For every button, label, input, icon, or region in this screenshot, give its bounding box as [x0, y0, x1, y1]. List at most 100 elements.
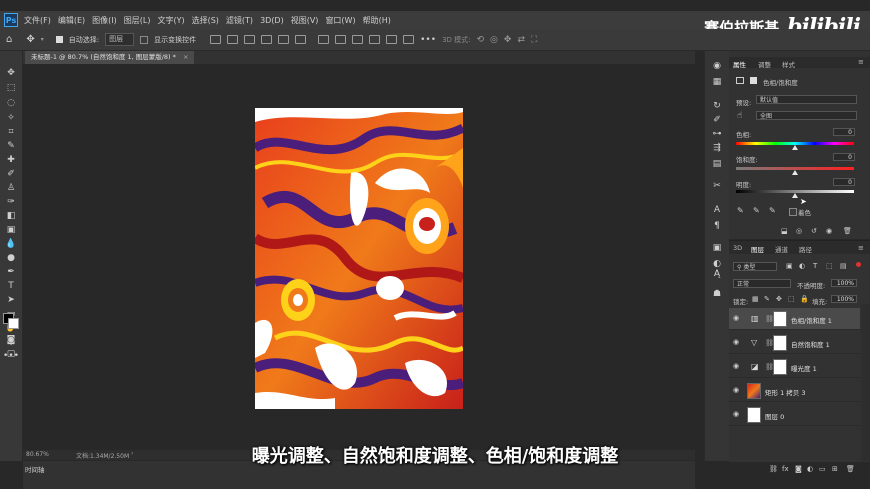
delete-layer-icon[interactable]: 🗑 [846, 465, 855, 473]
more-options-icon[interactable]: ••• [420, 35, 436, 45]
lightness-slider-thumb[interactable] [792, 193, 798, 198]
photoshop-logo-icon[interactable]: Ps [4, 13, 18, 27]
menu-item[interactable]: 文字(Y) [157, 15, 184, 26]
colorize-checkbox[interactable] [789, 208, 797, 216]
visibility-eye-icon[interactable]: ◉ [733, 339, 741, 346]
layer-row[interactable]: ◉ ◪ ⛓ 曝光度 1 [729, 356, 860, 378]
blur-tool-icon[interactable]: 💧 [4, 238, 18, 249]
distribute-left-icon[interactable] [369, 35, 381, 44]
tab-3d[interactable]: 3D [733, 244, 742, 252]
visibility-eye-icon[interactable]: ◉ [733, 315, 741, 322]
align-middle-icon[interactable] [278, 35, 290, 44]
character-panel-icon[interactable]: A [711, 205, 723, 215]
align-top-icon[interactable] [261, 35, 273, 44]
path-selection-tool-icon[interactable]: ➤ [4, 294, 18, 305]
paragraph-panel-icon[interactable]: ¶ [711, 221, 723, 231]
move-tool-icon[interactable]: ✥ [26, 34, 34, 45]
clone-stamp-tool-icon[interactable]: ♙ [4, 182, 18, 193]
white-thumb[interactable] [747, 407, 761, 423]
eraser-tool-icon[interactable]: ◧ [4, 210, 18, 221]
close-tab-icon[interactable]: × [183, 53, 188, 61]
3d-rotate-icon[interactable]: ⟲ [477, 35, 485, 45]
layer-row[interactable]: ◉ ▽ ⛓ 自然饱和度 1 [729, 332, 860, 354]
clip-to-layer-icon[interactable]: ⬓ [781, 227, 788, 235]
magic-wand-tool-icon[interactable]: ✧ [4, 112, 18, 123]
saturation-slider-thumb[interactable] [792, 170, 798, 175]
layer-row[interactable]: ◉ 矩形 1 拷贝 3 [729, 380, 860, 402]
layer-row[interactable]: ◉ ▥ ⛓ 色相/饱和度 1 [729, 308, 860, 330]
layer-comps-icon[interactable]: ▤ [711, 159, 723, 169]
eyedropper-minus-icon[interactable]: ✎ [769, 206, 776, 215]
lock-all-icon[interactable]: 🔒 [800, 295, 809, 303]
distribute-bottom-icon[interactable] [352, 35, 364, 44]
link-layers-icon[interactable]: ⛓ [769, 465, 778, 473]
brush-settings-icon[interactable]: ✐ [711, 115, 723, 125]
color-panel-icon[interactable]: ◉ [711, 61, 723, 71]
healing-brush-tool-icon[interactable]: ✚ [4, 154, 18, 165]
brush-presets-icon[interactable]: ⇶ [711, 143, 723, 153]
dodge-tool-icon[interactable]: ● [4, 252, 18, 263]
layer-name[interactable]: 曝光度 1 [791, 363, 817, 373]
history-panel-icon[interactable]: ↻ [711, 101, 723, 111]
marbled-artwork[interactable] [255, 108, 463, 409]
adjustments-icon[interactable]: ⊶ [711, 129, 723, 139]
move-tool-icon[interactable]: ✥ [4, 67, 18, 78]
delete-adjustment-icon[interactable]: 🗑 [843, 227, 852, 235]
align-left-icon[interactable] [210, 35, 222, 44]
info-panel-icon[interactable]: ▣ [711, 243, 723, 253]
menu-item[interactable]: 窗口(W) [325, 15, 355, 26]
brush-tool-icon[interactable]: ✐ [4, 168, 18, 179]
glyphs-panel-icon[interactable]: Ą [711, 269, 723, 279]
visibility-eye-icon[interactable]: ◉ [733, 387, 741, 394]
lightness-value-input[interactable]: 0 [833, 178, 855, 186]
pen-tool-icon[interactable]: ✒ [4, 266, 18, 277]
distribute-right-icon[interactable] [403, 35, 415, 44]
eyedropper-plus-icon[interactable]: ✎ [753, 206, 760, 215]
new-adjustment-icon[interactable]: ◐ [807, 465, 813, 473]
layer-name[interactable]: 自然饱和度 1 [791, 339, 830, 349]
swatches-panel-icon[interactable]: ▦ [711, 77, 723, 87]
3d-roll-icon[interactable]: ◎ [490, 35, 498, 45]
channel-dropdown[interactable]: 全图 [756, 111, 857, 120]
menu-item[interactable]: 帮助(H) [363, 15, 391, 26]
panel-menu-icon[interactable]: ≡ [858, 58, 864, 66]
distribute-center-icon[interactable] [386, 35, 398, 44]
menu-item[interactable]: 编辑(E) [58, 15, 85, 26]
new-group-icon[interactable]: ▭ [819, 465, 826, 473]
lock-position-icon[interactable]: ✥ [776, 295, 782, 303]
menu-item[interactable]: 选择(S) [192, 15, 219, 26]
crop-tool-icon[interactable]: ⌗ [4, 126, 18, 137]
hue-slider-thumb[interactable] [792, 145, 798, 150]
tab-properties[interactable]: 属性 [733, 59, 746, 69]
3d-scale-icon[interactable]: ⛶ [531, 35, 537, 45]
layer-name[interactable]: 矩形 1 拷贝 3 [765, 387, 805, 397]
layer-name[interactable]: 色相/饱和度 1 [791, 315, 832, 325]
distribute-middle-icon[interactable] [335, 35, 347, 44]
quick-mask-icon[interactable]: ◙ [4, 334, 18, 345]
menu-item[interactable]: 文件(F) [24, 15, 51, 26]
show-transform-checkbox[interactable] [140, 35, 149, 44]
visibility-eye-icon[interactable]: ◉ [733, 411, 741, 418]
menu-item[interactable]: 3D(D) [260, 16, 284, 25]
layer-mask-thumbnail[interactable] [773, 359, 787, 375]
image-thumb[interactable] [747, 383, 761, 399]
filter-type-icon[interactable]: T [813, 262, 817, 270]
filter-shape-icon[interactable]: ⬚ [826, 262, 833, 270]
layer-mask-thumbnail[interactable] [773, 311, 787, 327]
hue-value-input[interactable]: 0 [833, 128, 855, 136]
align-center-icon[interactable] [227, 35, 239, 44]
layers-panel-menu-icon[interactable]: ≡ [858, 244, 864, 252]
visibility-eye-icon[interactable]: ◉ [733, 363, 741, 370]
filter-adjustment-icon[interactable]: ◐ [799, 262, 805, 270]
blend-mode-dropdown[interactable]: 正常 [733, 279, 791, 288]
opacity-input[interactable]: 100% [831, 279, 857, 287]
navigator-panel-icon[interactable]: ◐ [711, 259, 723, 269]
tab-adjustments[interactable]: 调整 [758, 59, 771, 69]
preset-dropdown[interactable]: 默认值 [756, 95, 857, 104]
targeted-adjust-hand-icon[interactable]: ☝ [737, 111, 742, 121]
fill-input[interactable]: 100% [831, 295, 857, 303]
learn-panel-icon[interactable]: ☗ [711, 289, 723, 299]
toggle-visibility-icon[interactable]: ◉ [826, 227, 832, 235]
auto-select-checkbox[interactable] [55, 36, 63, 43]
tab-styles[interactable]: 样式 [782, 59, 795, 69]
